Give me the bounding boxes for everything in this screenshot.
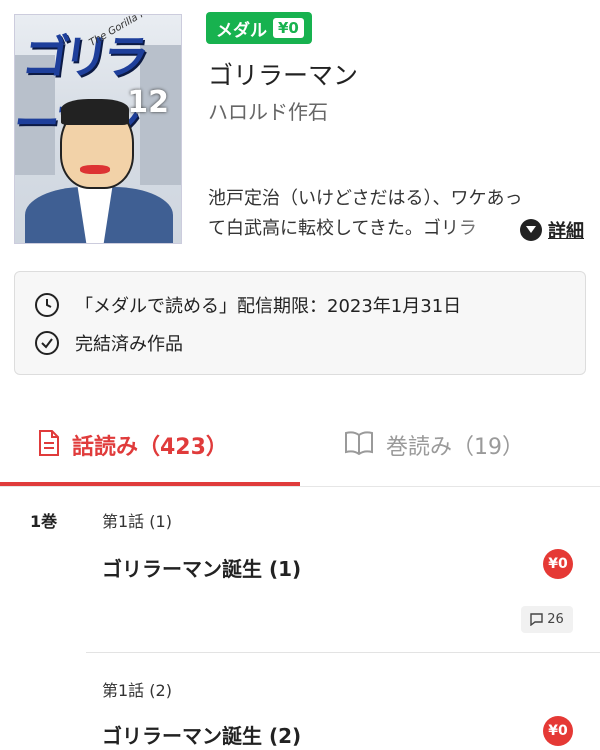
tab-volumes-label: 巻読み（19） — [386, 435, 524, 460]
episode-title[interactable]: ゴリラーマン誕生 (2) — [102, 720, 301, 749]
episode-price-badge[interactable]: ¥0 — [543, 716, 573, 746]
episode-separator — [86, 652, 600, 653]
cover-figure-hair — [61, 99, 129, 125]
medal-badge: メダル ¥0 — [206, 12, 312, 44]
episode-number: 第1話 (1) — [102, 512, 172, 531]
volume-label: 1巻 — [30, 512, 58, 531]
cover-volume-art: 12 — [127, 85, 169, 120]
description-line: 池戸定治（いけどさだはる）、ワケあっ — [208, 188, 523, 209]
completed-text: 完結済み作品 — [75, 334, 183, 355]
detail-link[interactable]: 詳細 — [518, 217, 584, 243]
book-icon — [344, 431, 374, 459]
completed-row: 完結済み作品 — [35, 330, 183, 356]
comment-count-button[interactable]: 26 — [521, 606, 573, 633]
clock-icon — [35, 293, 59, 317]
cover-title-art: ゴリラーマン — [15, 30, 147, 150]
deadline-row: 「メダルで読める」配信期限：2023年1月31日 — [35, 292, 461, 318]
doc-icon — [38, 430, 60, 460]
tabs-divider — [0, 486, 600, 487]
episode-title[interactable]: ゴリラーマン誕生 (1) — [102, 553, 301, 582]
detail-link-label: 詳細 — [548, 221, 584, 242]
tab-volumes[interactable]: 巻読み（19） — [344, 406, 524, 484]
book-title: ゴリラーマン — [208, 61, 359, 90]
episode-tabs: 話読み（423） 巻読み（19） — [0, 406, 600, 487]
episode-number: 第1話 (2) — [102, 681, 172, 700]
tab-episodes-label: 話読み（423） — [72, 435, 228, 460]
comment-icon — [530, 613, 543, 626]
tab-episodes[interactable]: 話読み（423） — [38, 406, 228, 484]
episode-price-badge[interactable]: ¥0 — [543, 549, 573, 579]
cover-image[interactable]: ゴリラーマン The Gorilla Man 12 — [14, 14, 182, 244]
check-circle-icon — [35, 331, 59, 355]
cover-figure-mouth — [80, 165, 110, 174]
chevron-down-icon — [520, 219, 542, 241]
comment-count: 26 — [547, 612, 564, 627]
book-author[interactable]: ハロルド作石 — [208, 96, 328, 125]
info-box: 「メダルで読める」配信期限：2023年1月31日 完結済み作品 — [14, 271, 586, 375]
deadline-text: 「メダルで読める」配信期限：2023年1月31日 — [75, 296, 462, 317]
medal-label: メダル — [216, 20, 267, 41]
medal-price: ¥0 — [273, 18, 304, 38]
